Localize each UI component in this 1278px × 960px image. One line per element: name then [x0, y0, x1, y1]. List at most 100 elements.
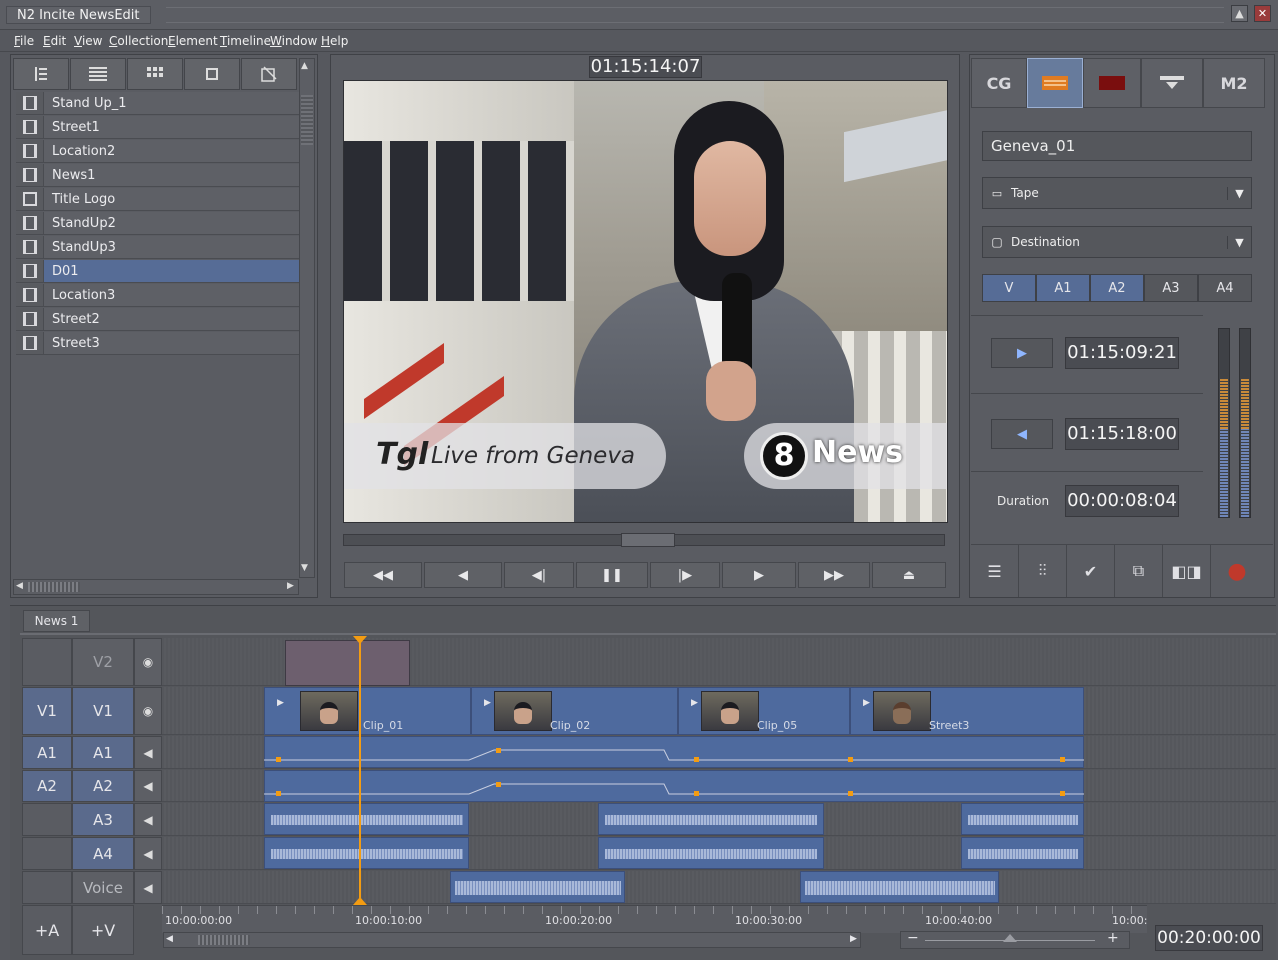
bin-view-tree-button[interactable]: [13, 58, 69, 90]
mark-in-button[interactable]: ▶: [991, 338, 1053, 368]
record-button[interactable]: ●: [1213, 545, 1261, 597]
track-name-voice[interactable]: Voice: [72, 871, 134, 904]
fast-forward-button[interactable]: ▶▶: [798, 562, 870, 588]
scroll-right-icon[interactable]: ▶: [850, 934, 857, 944]
zoom-slider[interactable]: − +: [900, 930, 1130, 949]
check-tool-button[interactable]: ✔: [1067, 545, 1115, 597]
clip-name-field[interactable]: Geneva_01: [982, 131, 1252, 161]
track-a3-toggle[interactable]: A3: [1144, 274, 1198, 302]
source-dropdown[interactable]: ▭ Tape ▼: [982, 177, 1252, 209]
destination-dropdown[interactable]: ▢ Destination ▼: [982, 226, 1252, 258]
viewer-scrub-bar[interactable]: [343, 533, 945, 547]
scroll-right-icon[interactable]: ▶: [287, 581, 294, 591]
track-audio-toggle[interactable]: ◀: [134, 770, 162, 802]
bin-item[interactable]: Location3: [16, 284, 299, 307]
hscroll-thumb[interactable]: [28, 582, 80, 592]
pause-button[interactable]: ❚❚: [576, 562, 648, 588]
scroll-left-icon[interactable]: ◀: [166, 934, 173, 944]
mark-in-timecode[interactable]: 01:15:09:21: [1065, 337, 1179, 369]
v2-track-name[interactable]: V2: [72, 638, 134, 686]
track-a4-toggle[interactable]: A4: [1198, 274, 1252, 302]
list-tool-button[interactable]: ☰: [971, 545, 1019, 597]
source-patch-v1[interactable]: V1: [22, 687, 72, 735]
track-a1-toggle[interactable]: A1: [1036, 274, 1090, 302]
bin-view-list-button[interactable]: [70, 58, 126, 90]
playhead[interactable]: [359, 640, 361, 906]
step-forward-button[interactable]: |▶: [650, 562, 720, 588]
scroll-up-icon[interactable]: ▲: [301, 61, 308, 71]
zoom-handle[interactable]: [1003, 934, 1017, 942]
v2-visibility-toggle[interactable]: ◉: [134, 638, 162, 686]
eject-button[interactable]: ⏏: [872, 562, 946, 588]
scroll-left-icon[interactable]: ◀: [16, 581, 23, 591]
v1-clip[interactable]: Clip_01 ▶: [264, 687, 471, 735]
transition-tab[interactable]: [1141, 58, 1203, 108]
menu-collection[interactable]: Collection: [109, 32, 168, 50]
bin-item[interactable]: Street1: [16, 116, 299, 139]
bin-item[interactable]: Street2: [16, 308, 299, 331]
track-name-a4[interactable]: A4: [72, 837, 134, 870]
bin-view-thumbnail-button[interactable]: [184, 58, 240, 90]
menu-view[interactable]: View: [74, 32, 102, 50]
overlay-tool-button[interactable]: ⧉: [1115, 545, 1163, 597]
cg-tab[interactable]: CG: [971, 58, 1027, 108]
scroll-thumb[interactable]: [301, 95, 313, 145]
bin-item[interactable]: Stand Up_1: [16, 92, 299, 115]
source-patch-empty[interactable]: [22, 803, 72, 836]
bin-item[interactable]: Title Logo: [16, 188, 299, 211]
a4-clip-3[interactable]: [961, 837, 1084, 869]
menu-file[interactable]: File: [14, 32, 34, 50]
timeline-tab[interactable]: News 1: [23, 610, 90, 632]
m2-tab[interactable]: M2: [1203, 58, 1265, 108]
track-audio-toggle[interactable]: ◀: [134, 803, 162, 836]
a4-clip-1[interactable]: [264, 837, 469, 869]
play-button[interactable]: ▶: [722, 562, 796, 588]
track-a2-toggle[interactable]: A2: [1090, 274, 1144, 302]
bin-item[interactable]: StandUp2: [16, 212, 299, 235]
v1-clip[interactable]: Clip_05 ▶: [678, 687, 850, 735]
title-tab[interactable]: [1027, 58, 1083, 108]
bin-item[interactable]: News1: [16, 164, 299, 187]
a3-clip-2[interactable]: [598, 803, 824, 835]
previous-button[interactable]: ◀: [424, 562, 502, 588]
menu-window[interactable]: Window: [270, 32, 317, 50]
add-audio-track-button[interactable]: +A: [22, 905, 72, 955]
zoom-out-icon[interactable]: −: [907, 930, 919, 946]
voice-clip-2[interactable]: [800, 871, 999, 903]
playhead-bottom-marker[interactable]: [353, 897, 367, 905]
bin-item[interactable]: D01: [16, 260, 299, 283]
a3-clip-3[interactable]: [961, 803, 1084, 835]
bin-view-grid-button[interactable]: [127, 58, 183, 90]
track-audio-toggle[interactable]: ◀: [134, 871, 162, 904]
source-patch-a1[interactable]: A1: [22, 736, 72, 769]
v1-clip[interactable]: Clip_02 ▶: [471, 687, 678, 735]
timeline-ruler[interactable]: [162, 905, 1147, 933]
bin-item[interactable]: Street3: [16, 332, 299, 355]
timeline-scroll-thumb[interactable]: [198, 935, 250, 945]
minimize-button[interactable]: ▲: [1231, 5, 1248, 22]
add-video-track-button[interactable]: +V: [72, 905, 134, 955]
scroll-down-icon[interactable]: ▼: [301, 563, 308, 573]
source-patch-empty[interactable]: [22, 871, 72, 904]
track-audio-toggle[interactable]: ◀: [134, 736, 162, 769]
split-tool-button[interactable]: ◧◨: [1163, 545, 1211, 597]
rewind-button[interactable]: ◀◀: [344, 562, 422, 588]
menu-timeline[interactable]: Timeline: [220, 32, 271, 50]
zoom-in-icon[interactable]: +: [1107, 930, 1119, 946]
menu-help[interactable]: Help: [321, 32, 348, 50]
close-button[interactable]: ✕: [1254, 5, 1271, 22]
bin-new-collection-button[interactable]: [241, 58, 297, 90]
track-name-v1[interactable]: V1: [72, 687, 134, 735]
bin-item[interactable]: StandUp3: [16, 236, 299, 259]
v1-clip[interactable]: Street3 ▶: [850, 687, 1084, 735]
bin-horizontal-scrollbar[interactable]: ◀ ▶: [13, 579, 299, 595]
menu-element[interactable]: Element: [168, 32, 218, 50]
track-audio-toggle[interactable]: ◀: [134, 837, 162, 870]
voice-clip-1[interactable]: [450, 871, 625, 903]
mixer-tool-button[interactable]: ⫶⫶: [1019, 545, 1067, 597]
scrub-handle[interactable]: [621, 533, 675, 547]
step-back-button[interactable]: ◀|: [504, 562, 574, 588]
v2-title-clip[interactable]: [285, 640, 410, 686]
track-name-a2[interactable]: A2: [72, 770, 134, 802]
mark-out-button[interactable]: ◀: [991, 419, 1053, 449]
